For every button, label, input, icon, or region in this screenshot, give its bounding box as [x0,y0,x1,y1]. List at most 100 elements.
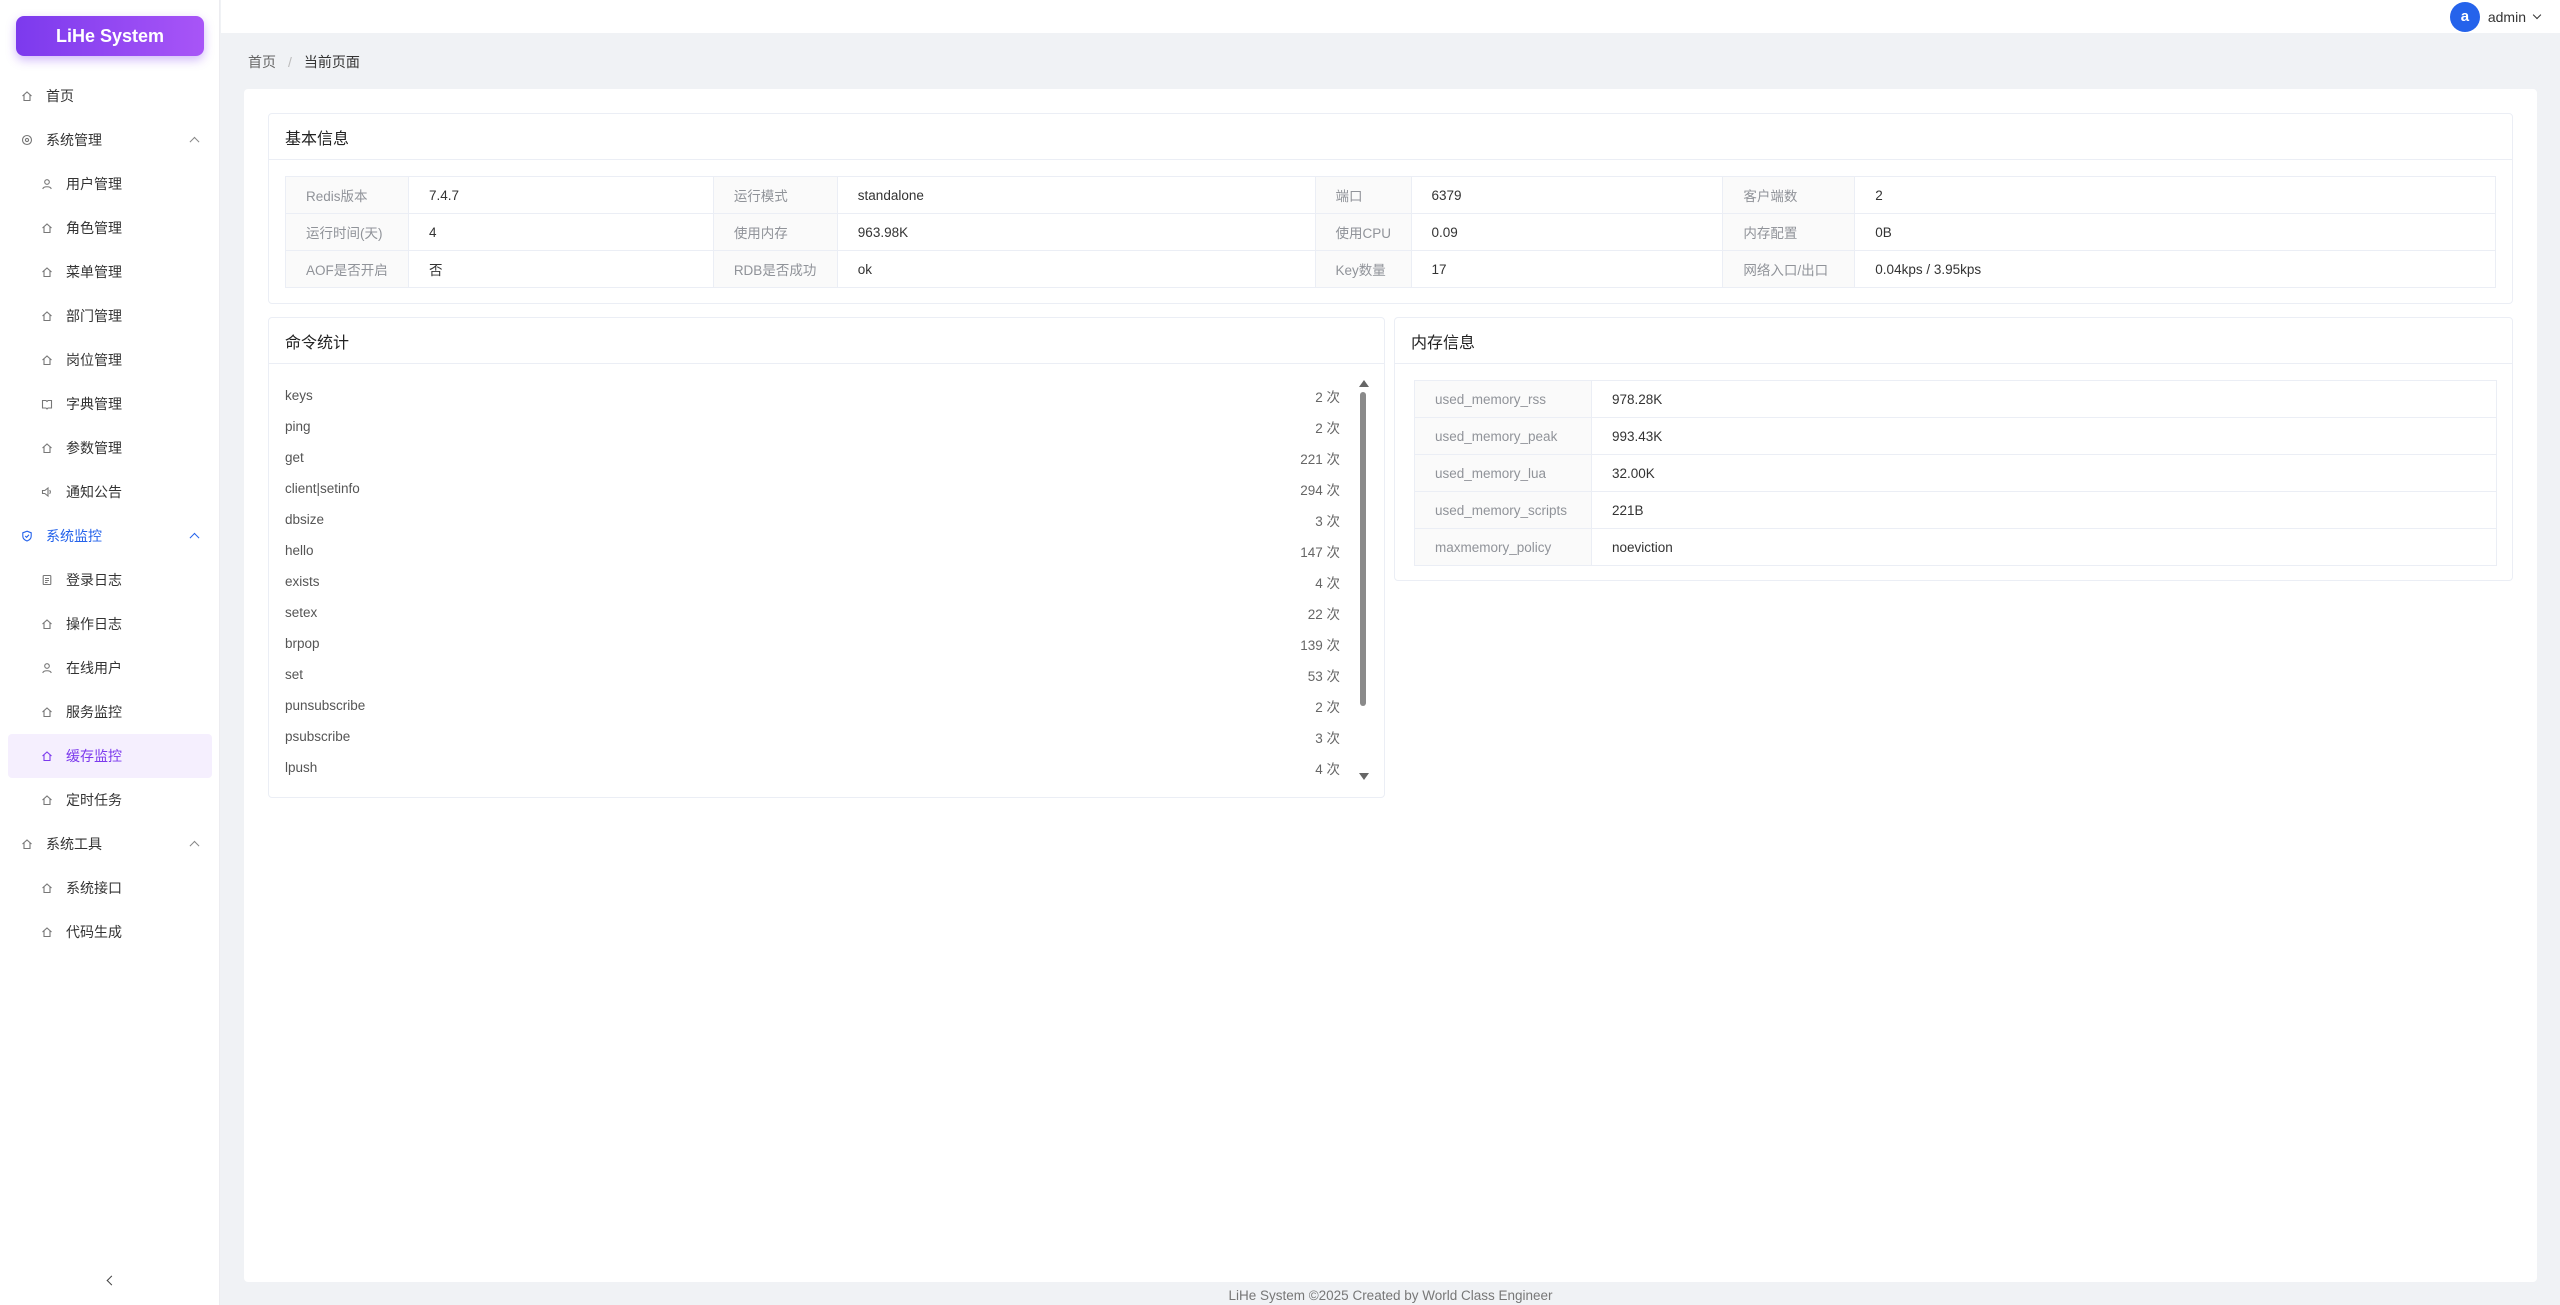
list-item: ping 2 次 [285,411,1370,442]
info-value: 17 [1410,250,1724,288]
command-count: 4 次 [1315,575,1340,591]
memory-info-table: used_memory_rss 978.28K used_memory_peak 99… [1414,380,2498,566]
list-item: exists 4 次 [285,566,1370,597]
list-item: get 221 次 [285,442,1370,473]
user-menu[interactable]: a admin [2449,0,2542,33]
speaker-icon [40,485,54,499]
sidebar-item-label: 参数管理 [66,440,122,456]
home-icon [40,881,54,895]
command-count: 294 次 [1300,482,1340,498]
document-icon [40,573,54,587]
username[interactable]: admin [2488,9,2526,25]
chevron-up-icon [189,136,200,147]
sidebar-item-16[interactable]: 定时任务 [0,778,220,822]
memory-key: used_memory_peak [1414,417,1592,455]
info-key: 使用CPU [1314,213,1412,251]
command-count: 139 次 [1300,637,1340,653]
sidebar-item-label: 首页 [46,88,74,104]
sidebar-group-1[interactable]: 系统管理 [0,118,220,162]
collapse-sidebar-button[interactable] [102,1272,118,1288]
command-count: 4 次 [1315,761,1340,777]
command-stats-title: 命令统计 [269,318,1384,364]
sidebar-item-label: 岗位管理 [66,352,122,368]
sidebar-group-17[interactable]: 系统工具 [0,822,220,866]
info-key: 网络入口/出口 [1722,250,1856,288]
info-key: 使用内存 [712,213,838,251]
command-stats-list[interactable]: keys 2 次 ping 2 次 get 221 次 client|setinfo 294 … [285,380,1370,783]
info-key: 客户端数 [1722,176,1856,214]
avatar[interactable]: a [2449,1,2480,32]
sidebar-item-13[interactable]: 在线用户 [0,646,220,690]
command-count: 3 次 [1315,513,1340,529]
user-icon [40,661,54,675]
home-icon [20,837,34,851]
sidebar-item-7[interactable]: 字典管理 [0,382,220,426]
scroll-down-arrow-icon[interactable] [1359,773,1369,780]
info-key: 运行时间(天) [285,213,409,251]
sidebar-item-15[interactable]: 缓存监控 [8,734,212,778]
info-key: Key数量 [1314,250,1412,288]
list-item: punsubscribe 2 次 [285,690,1370,721]
scrollbar-thumb[interactable] [1360,392,1366,706]
home-icon [40,441,54,455]
sidebar-item-0[interactable]: 首页 [0,74,220,118]
command-count: 2 次 [1315,389,1340,405]
list-item: hello 147 次 [285,535,1370,566]
info-value: 0.09 [1410,213,1724,251]
memory-key: used_memory_lua [1414,454,1592,492]
sidebar-item-4[interactable]: 菜单管理 [0,250,220,294]
sidebar-item-label: 系统工具 [46,836,102,852]
info-value: 4 [407,213,714,251]
info-key: 运行模式 [712,176,838,214]
sidebar-item-5[interactable]: 部门管理 [0,294,220,338]
command-name: setex [285,605,318,620]
breadcrumb-home[interactable]: 首页 [248,52,276,72]
sidebar-item-14[interactable]: 服务监控 [0,690,220,734]
memory-value: noeviction [1590,528,2498,566]
list-item: dbsize 3 次 [285,504,1370,535]
memory-key: maxmemory_policy [1414,528,1592,566]
breadcrumb: 首页 / 当前页面 [248,52,360,72]
sidebar-item-label: 系统接口 [66,880,122,896]
scroll-up-arrow-icon[interactable] [1359,380,1369,387]
home-icon [40,309,54,323]
command-name: hello [285,543,314,558]
footer: LiHe System ©2025 Created by World Class… [1228,1288,1553,1303]
sidebar-item-label: 用户管理 [66,176,122,192]
sidebar-item-label: 角色管理 [66,220,122,236]
memory-value: 993.43K [1590,417,2498,455]
sidebar-item-label: 定时任务 [66,792,122,808]
list-item: client|setinfo 294 次 [285,473,1370,504]
sidebar-item-18[interactable]: 系统接口 [0,866,220,910]
sidebar-item-11[interactable]: 登录日志 [0,558,220,602]
command-stats-scrollbar[interactable] [1358,380,1369,780]
table-row: Redis版本 7.4.7 运行模式 standalone 端口 6379 客户端数 2 [285,176,2496,214]
command-name: set [285,667,304,682]
chevron-up-icon [189,532,200,543]
sidebar-item-3[interactable]: 角色管理 [0,206,220,250]
info-value: 963.98K [836,213,1316,251]
home-icon [40,265,54,279]
sidebar-item-label: 字典管理 [66,396,122,412]
sidebar-item-19[interactable]: 代码生成 [0,910,220,954]
sidebar-item-9[interactable]: 通知公告 [0,470,220,514]
memory-info-card: 内存信息 used_memory_rss 978.28K used_memory_p… [1394,317,2513,581]
command-name: punsubscribe [285,698,366,713]
sidebar-item-label: 在线用户 [66,660,122,676]
command-name: brpop [285,636,320,651]
sidebar-item-label: 菜单管理 [66,264,122,280]
sidebar-item-label: 通知公告 [66,484,122,500]
sidebar-item-label: 代码生成 [66,924,122,940]
sidebar-item-12[interactable]: 操作日志 [0,602,220,646]
sidebar-item-label: 缓存监控 [66,748,122,764]
memory-value: 221B [1590,491,2498,529]
app-logo[interactable]: LiHe System [16,16,204,56]
command-name: client|setinfo [285,481,360,496]
command-name: exists [285,574,320,589]
sidebar-group-10[interactable]: 系统监控 [0,514,220,558]
info-key: AOF是否开启 [285,250,409,288]
chevron-down-icon [2532,10,2542,20]
sidebar-item-8[interactable]: 参数管理 [0,426,220,470]
sidebar-item-2[interactable]: 用户管理 [0,162,220,206]
sidebar-item-6[interactable]: 岗位管理 [0,338,220,382]
